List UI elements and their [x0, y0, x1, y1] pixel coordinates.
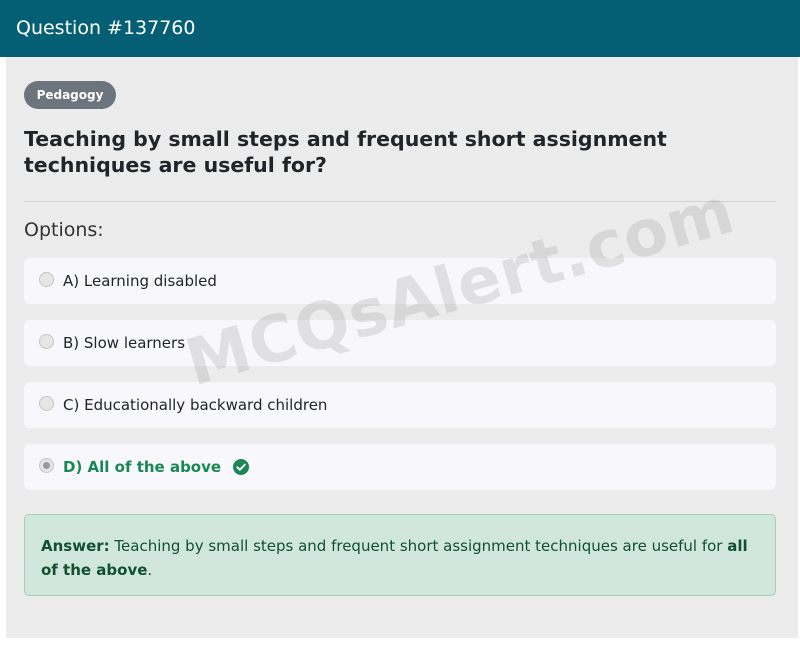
option-b[interactable]: B) Slow learners [24, 320, 776, 366]
answer-box: Answer: Teaching by small steps and freq… [24, 514, 776, 596]
option-c[interactable]: C) Educationally backward children [24, 382, 776, 428]
option-label: B) Slow learners [63, 334, 186, 352]
divider [24, 201, 776, 202]
answer-suffix: . [147, 561, 153, 579]
answer-body: Teaching by small steps and frequent sho… [109, 537, 728, 555]
options-heading: Options: [24, 219, 104, 241]
radio-button[interactable] [39, 396, 54, 411]
radio-button[interactable] [39, 334, 54, 349]
option-label-correct: D) All of the above [63, 458, 222, 476]
radio-button-selected[interactable] [39, 458, 54, 473]
category-tag[interactable]: Pedagogy [24, 81, 116, 109]
category-tag-label: Pedagogy [36, 88, 104, 102]
radio-button[interactable] [39, 272, 54, 287]
question-text: Teaching by small steps and frequent sho… [24, 127, 667, 177]
answer-prefix: Answer: [41, 537, 110, 555]
option-d[interactable]: D) All of the above [24, 444, 776, 490]
question-header: Question #137760 [0, 0, 800, 57]
option-a[interactable]: A) Learning disabled [24, 258, 776, 304]
check-circle-icon [233, 459, 250, 475]
question-id-title: Question #137760 [16, 17, 196, 39]
option-label: A) Learning disabled [63, 272, 217, 290]
option-label: C) Educationally backward children [63, 396, 328, 414]
